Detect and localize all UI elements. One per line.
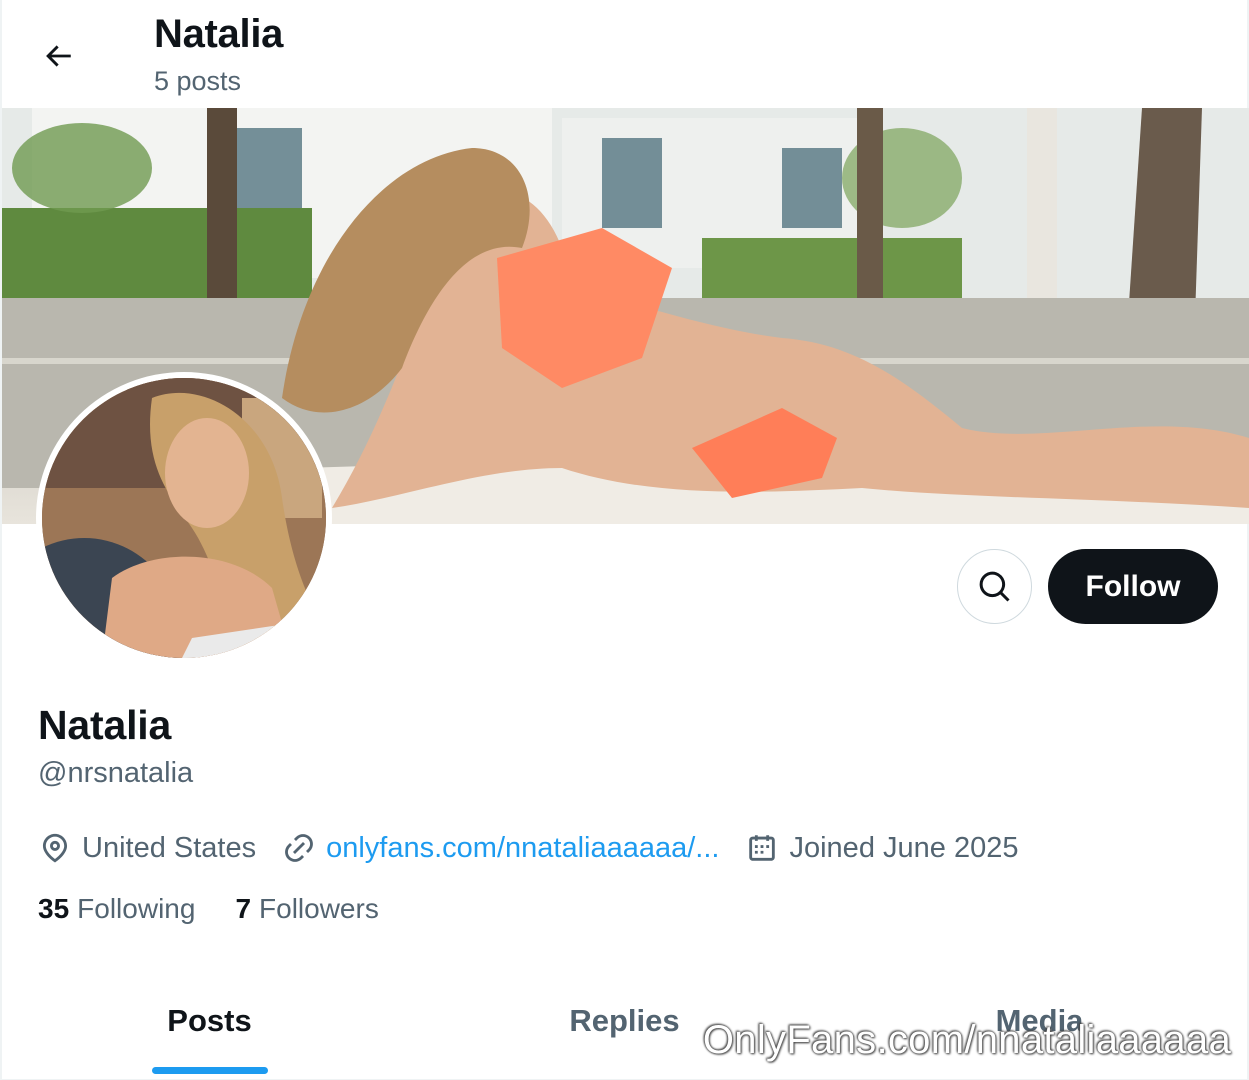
header-title: Natalia <box>154 12 284 56</box>
profile-avatar[interactable] <box>36 372 332 664</box>
tab-posts[interactable]: Posts <box>2 985 417 1079</box>
following-count: 35 <box>38 893 70 924</box>
arrow-left-icon <box>46 45 71 67</box>
followers-count: 7 <box>235 893 252 924</box>
profile-location: United States <box>38 831 256 865</box>
following-link[interactable]: 35 Following <box>38 893 195 925</box>
followers-label: Followers <box>259 893 379 924</box>
tab-media-label: Media <box>995 1003 1084 1038</box>
profile-header: Natalia 5 posts <box>2 0 1247 108</box>
tab-replies-label: Replies <box>569 1003 680 1038</box>
calendar-icon <box>749 835 776 861</box>
profile-handle: @nrsnatalia <box>38 757 194 789</box>
search-profile-button[interactable] <box>957 549 1032 624</box>
following-label: Following <box>77 893 196 924</box>
joined-text: Joined June 2025 <box>789 831 1019 864</box>
tab-replies[interactable]: Replies <box>417 985 832 1079</box>
location-text: United States <box>82 831 257 864</box>
followers-link[interactable]: 7 Followers <box>235 893 378 925</box>
profile-meta-row: United States onlyfans.com/nnataliaaaaaa… <box>38 826 1044 870</box>
profile-joined-date: Joined June 2025 <box>745 831 1018 865</box>
active-tab-indicator <box>151 1067 268 1074</box>
tab-posts-label: Posts <box>167 1003 252 1038</box>
header-post-count: 5 posts <box>154 66 242 96</box>
link-icon <box>285 834 314 862</box>
back-button[interactable] <box>32 30 84 82</box>
follow-button[interactable]: Follow <box>1048 549 1218 624</box>
profile-tabs: Posts Replies Media <box>2 985 1247 1080</box>
location-pin-icon <box>42 833 68 863</box>
profile-website: onlyfans.com/nnataliaaaaaa/... <box>282 831 719 865</box>
profile-page: Natalia 5 posts Follow Natalia @nrsnatal… <box>0 0 1249 1080</box>
tab-media[interactable]: Media <box>832 985 1247 1079</box>
profile-stats: 35 Following 7 Followers <box>38 893 419 925</box>
profile-display-name: Natalia <box>38 702 172 748</box>
website-link[interactable]: onlyfans.com/nnataliaaaaaa/... <box>326 832 719 865</box>
search-icon <box>979 571 1010 602</box>
